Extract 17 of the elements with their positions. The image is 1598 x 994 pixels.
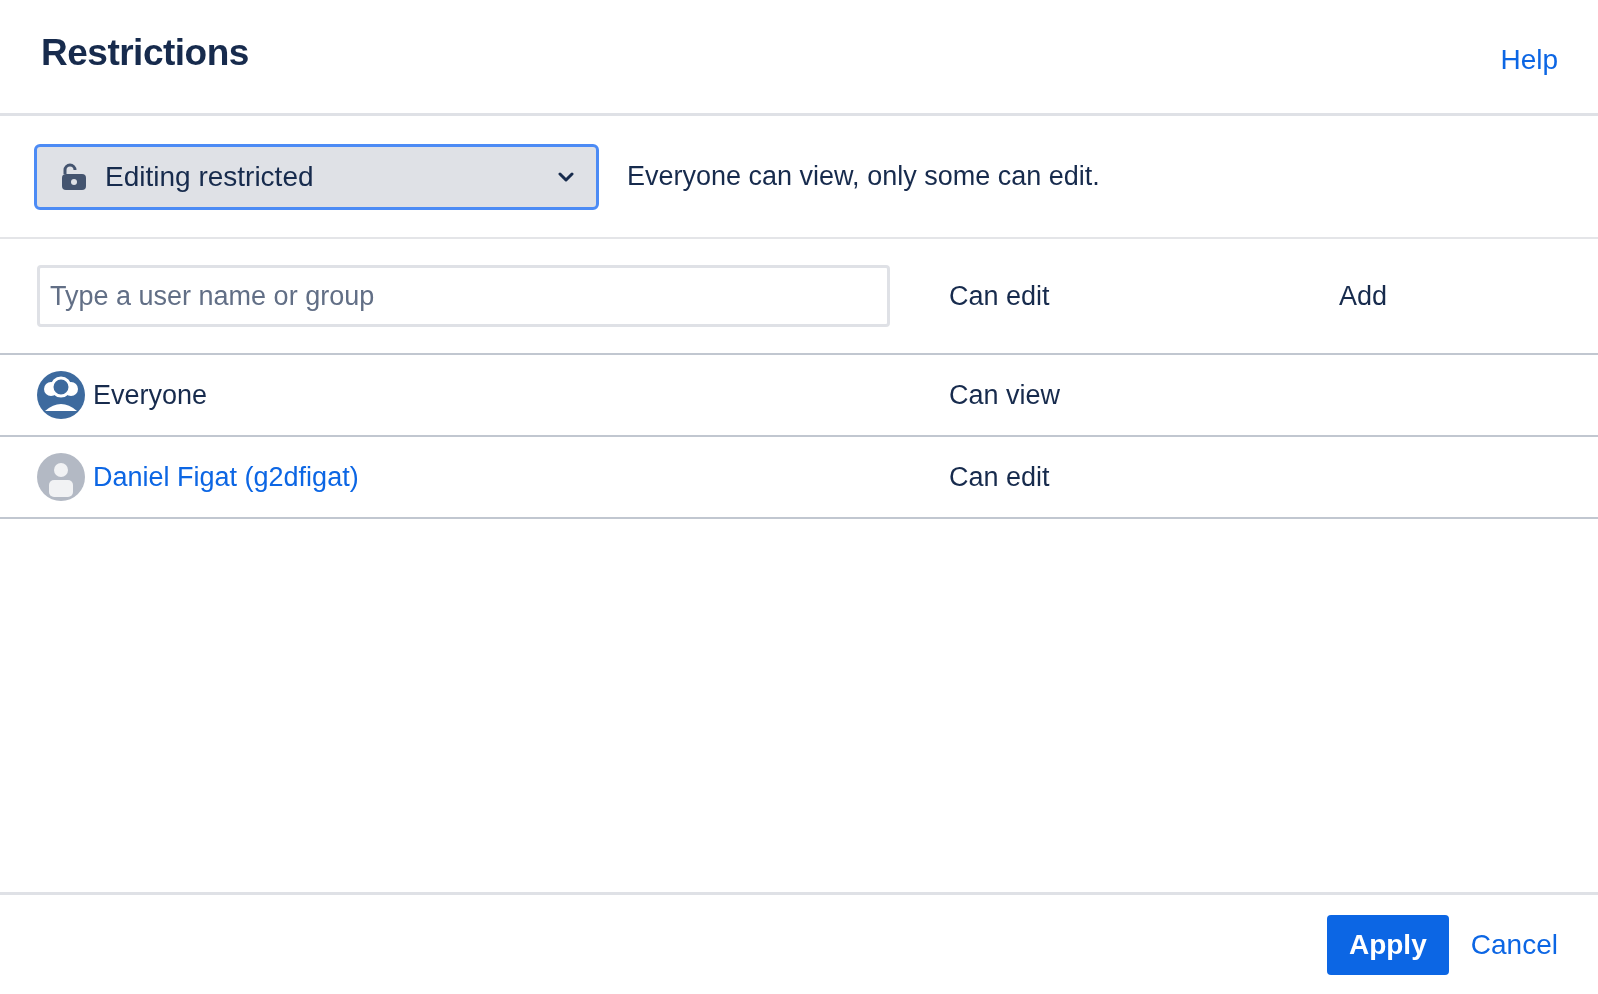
add-button[interactable]: Add — [1339, 280, 1388, 312]
entry-permission: Can edit — [949, 461, 1051, 493]
group-icon — [37, 371, 85, 419]
permission-dropdown[interactable]: Can edit — [949, 280, 1339, 312]
user-avatar-icon — [37, 453, 85, 501]
restriction-dropdown[interactable]: Editing restricted — [34, 143, 599, 210]
apply-button[interactable]: Apply — [1326, 914, 1449, 975]
chevron-down-icon — [558, 171, 574, 182]
user-link[interactable]: Daniel Figat (g2dfigat) — [93, 461, 359, 493]
help-link[interactable]: Help — [1500, 43, 1558, 76]
entry-name: Everyone — [93, 379, 208, 411]
dialog-title: Restrictions — [41, 31, 249, 74]
user-search-field[interactable]: Type a user name or group — [37, 265, 890, 327]
unlocked-padlock-icon — [61, 162, 87, 191]
restriction-description: Everyone can view, only some can edit. — [627, 161, 1100, 192]
cancel-link[interactable]: Cancel — [1470, 928, 1558, 961]
entry-permission: Can view — [949, 379, 1062, 411]
